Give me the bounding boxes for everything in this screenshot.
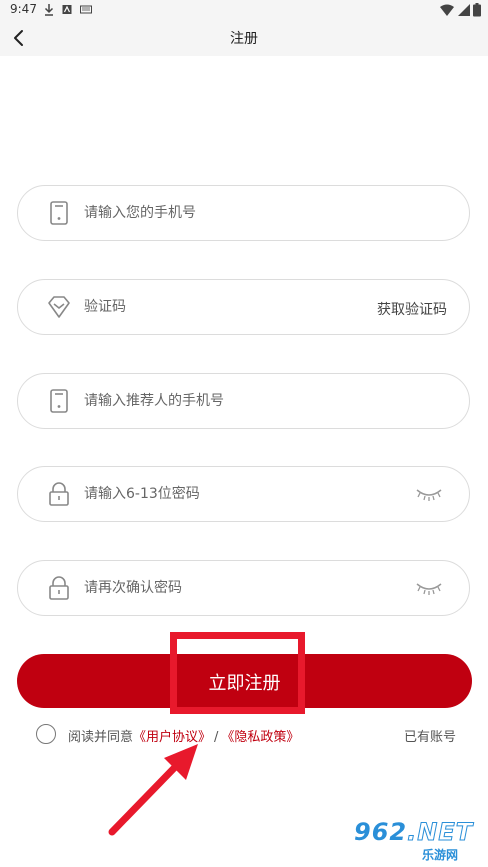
- password-input[interactable]: [84, 467, 364, 521]
- eye-closed-icon[interactable]: [415, 486, 443, 502]
- agreement-prefix: 阅读并同意: [68, 730, 134, 745]
- password-field: [17, 466, 470, 522]
- agreement-checkbox[interactable]: [36, 724, 56, 744]
- status-time: 9:47: [10, 2, 37, 16]
- battery-icon: [473, 3, 481, 17]
- lock-icon: [49, 576, 69, 600]
- signal-icon: [458, 4, 470, 16]
- page-title: 注册: [230, 31, 258, 47]
- user-agreement-link[interactable]: 《用户协议》: [133, 730, 211, 745]
- referrer-phone-input[interactable]: [84, 374, 364, 428]
- app-notification-icon: [62, 5, 72, 14]
- register-button[interactable]: 立即注册: [17, 654, 472, 708]
- watermark-site-name: 乐游网: [422, 848, 459, 862]
- agreement-text: 阅读并同意《用户协议》 / 《隐私政策》: [68, 726, 299, 745]
- register-button-label: 立即注册: [208, 673, 281, 694]
- confirm-password-input[interactable]: [84, 561, 364, 615]
- phone-icon: [50, 389, 68, 413]
- get-code-button[interactable]: 获取验证码: [377, 299, 447, 319]
- app-header: 注册: [0, 20, 488, 56]
- verification-code-field: 获取验证码: [17, 279, 470, 335]
- watermark-logo: 962.NET: [354, 818, 474, 847]
- agreement-separator: /: [214, 730, 219, 745]
- agreement-row: 阅读并同意《用户协议》 / 《隐私政策》 已有账号: [36, 724, 456, 746]
- watermark-brand: 962: [354, 818, 408, 846]
- diamond-icon: [48, 296, 70, 318]
- eye-closed-icon[interactable]: [415, 580, 443, 596]
- lock-icon: [49, 482, 69, 506]
- site-watermark: 962.NET 乐游网: [352, 818, 484, 863]
- confirm-password-field: [17, 560, 470, 616]
- watermark-suffix: .NET: [407, 818, 474, 847]
- keyboard-icon: [80, 5, 92, 14]
- status-bar: 9:47: [0, 0, 488, 20]
- privacy-policy-link[interactable]: 《隐私政策》: [221, 730, 299, 745]
- phone-icon: [50, 201, 68, 225]
- wifi-icon: [440, 4, 454, 16]
- annotation-arrow-icon: [108, 744, 198, 836]
- phone-input[interactable]: [84, 186, 364, 240]
- verification-code-input[interactable]: [84, 280, 304, 334]
- has-account-link[interactable]: 已有账号: [404, 726, 456, 745]
- referrer-phone-field: [17, 373, 470, 429]
- phone-field: [17, 185, 470, 241]
- download-icon: [44, 4, 54, 16]
